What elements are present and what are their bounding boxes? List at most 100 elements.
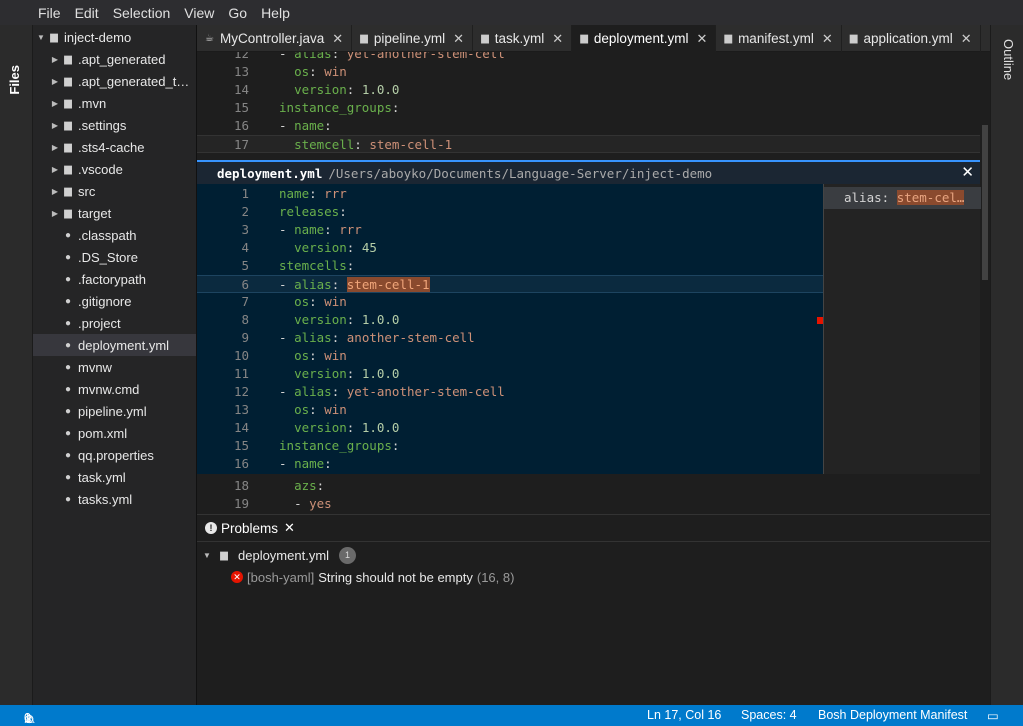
- tree-item[interactable]: ● .gitignore: [33, 290, 196, 312]
- tree-item[interactable]: ▶ ▆ target: [33, 202, 196, 224]
- tree-item-label: task.yml: [78, 469, 126, 485]
- peek-references-view: deployment.yml /Users/aboyko/Documents/L…: [197, 160, 981, 474]
- tree-item-label: pom.xml: [78, 425, 128, 441]
- files-panel-tab[interactable]: Files: [7, 65, 22, 95]
- editor-scrollbar[interactable]: [980, 52, 990, 514]
- outline-panel-tab[interactable]: Outline: [1001, 39, 1016, 80]
- peek-file-name: deployment.yml: [217, 165, 323, 181]
- tree-item[interactable]: ▶ ▆ .mvn: [33, 92, 196, 114]
- status-warning-count: 0: [24, 711, 31, 725]
- folder-icon: ▆: [64, 141, 72, 153]
- tree-item[interactable]: ● .classpath: [33, 224, 196, 246]
- problem-item[interactable]: ✕ [bosh-yaml] String should not be empty…: [231, 567, 514, 587]
- tree-item[interactable]: ● deployment.yml: [33, 334, 196, 356]
- close-icon[interactable]: ✕: [961, 31, 972, 47]
- code-line: 15 instance_groups:: [197, 437, 823, 455]
- line-number: 12: [233, 52, 249, 61]
- editor-scrollbar-thumb[interactable]: [982, 125, 988, 280]
- peek-code[interactable]: 1 name: rrr 2 releases: 3 - name: rrr 4 versio…: [197, 184, 823, 474]
- file-icon: ●: [64, 405, 72, 417]
- folder-icon: ▆: [50, 31, 58, 43]
- line-number: 17: [233, 137, 249, 152]
- feedback-icon[interactable]: ▭: [987, 708, 999, 723]
- chevron-down-icon: ▼: [203, 550, 211, 560]
- tree-item[interactable]: ▶ ▆ .sts4-cache: [33, 136, 196, 158]
- tree-item[interactable]: ● pipeline.yml: [33, 400, 196, 422]
- tree-item[interactable]: ● mvnw: [33, 356, 196, 378]
- file-icon: ●: [64, 383, 72, 395]
- tree-item[interactable]: ● .project: [33, 312, 196, 334]
- tree-item-label: .factorypath: [78, 271, 146, 287]
- line-text: - name:: [279, 456, 332, 471]
- peek-reference-list: alias: stem-cel…: [823, 184, 981, 474]
- tree-item-label: .classpath: [78, 227, 137, 243]
- right-activity-rail: Outline: [990, 25, 1023, 705]
- editor-tab[interactable]: ▆ task.yml ✕: [473, 25, 573, 52]
- file-icon: ●: [64, 273, 72, 285]
- status-cursor-position[interactable]: Ln 17, Col 16: [647, 708, 721, 722]
- tree-item[interactable]: ▶ ▆ src: [33, 180, 196, 202]
- close-icon[interactable]: ✕: [332, 31, 343, 47]
- close-icon[interactable]: ✕: [552, 31, 563, 47]
- line-number: 13: [233, 64, 249, 79]
- editor-tab[interactable]: ▆ manifest.yml ✕: [716, 25, 842, 52]
- status-bar: ⊗ 1 ⚠ 0 Ln 17, Col 16 Spaces: 4 Bosh Dep…: [0, 705, 1023, 726]
- tree-item[interactable]: ● qq.properties: [33, 444, 196, 466]
- code-line: 14 version: 1.0.0: [197, 81, 980, 99]
- close-icon[interactable]: ✕: [961, 163, 974, 181]
- tree-item[interactable]: ▶ ▆ .vscode: [33, 158, 196, 180]
- close-icon[interactable]: ✕: [696, 31, 707, 47]
- close-icon[interactable]: ✕: [284, 520, 295, 536]
- tree-item[interactable]: ● .DS_Store: [33, 246, 196, 268]
- tree-item[interactable]: ● pom.xml: [33, 422, 196, 444]
- code-line: 16 - name:: [197, 455, 823, 473]
- line-text: os: win: [294, 294, 347, 309]
- tree-item[interactable]: ● .factorypath: [33, 268, 196, 290]
- file-icon: ▆: [849, 33, 858, 44]
- tree-item-label: target: [78, 205, 112, 221]
- tree-item[interactable]: ▶ ▆ .apt_generated_t…: [33, 70, 196, 92]
- peek-header: deployment.yml /Users/aboyko/Documents/L…: [197, 162, 980, 184]
- editor-tab[interactable]: ▆ application.yml ✕: [842, 25, 981, 52]
- tree-item-label: qq.properties: [78, 447, 154, 463]
- problem-file-row[interactable]: ▼ ▆ deployment.yml 1: [201, 545, 357, 565]
- chevron-right-icon: ▶: [51, 164, 59, 174]
- tree-item[interactable]: ● tasks.yml: [33, 488, 196, 510]
- editor-tab[interactable]: ☕ MyController.java ✕: [197, 25, 353, 52]
- tree-item[interactable]: ▶ ▆ .apt_generated: [33, 48, 196, 70]
- status-language-mode[interactable]: Bosh Deployment Manifest: [818, 708, 967, 722]
- tree-item[interactable]: ● mvnw.cmd: [33, 378, 196, 400]
- menubar: File Edit Selection View Go Help: [0, 0, 1023, 25]
- close-icon[interactable]: ✕: [822, 31, 833, 47]
- tree-item[interactable]: ● task.yml: [33, 466, 196, 488]
- file-icon: ●: [64, 229, 72, 241]
- line-number: 7: [241, 294, 249, 309]
- tree-item[interactable]: ▶ ▆ .settings: [33, 114, 196, 136]
- code-line: 5 stemcells:: [197, 257, 823, 275]
- editor-tab-label: application.yml: [863, 31, 953, 46]
- menu-item-view[interactable]: View: [184, 5, 214, 21]
- menu-item-file[interactable]: File: [38, 5, 61, 21]
- line-text: name: rrr: [279, 186, 347, 201]
- line-number: 12: [233, 384, 249, 399]
- tab-problems[interactable]: ! Problems ✕: [197, 515, 990, 542]
- code-line: 7 os: win: [197, 293, 823, 311]
- menu-item-help[interactable]: Help: [261, 5, 290, 21]
- file-icon: ●: [64, 295, 72, 307]
- code-line: 4 version: 45: [197, 239, 823, 257]
- code-line: 13 os: win: [197, 401, 823, 419]
- editor-tab[interactable]: ▆ pipeline.yml ✕: [352, 25, 474, 52]
- menu-item-selection[interactable]: Selection: [113, 5, 171, 21]
- line-number: 16: [233, 456, 249, 471]
- tree-root[interactable]: ▼ ▆ inject-demo: [33, 26, 196, 48]
- reference-item[interactable]: alias: stem-cel…: [824, 187, 981, 209]
- menu-item-go[interactable]: Go: [228, 5, 247, 21]
- editor-tab[interactable]: ▆ deployment.yml ✕: [572, 25, 717, 52]
- close-icon[interactable]: ✕: [453, 31, 464, 47]
- line-number: 15: [233, 100, 249, 115]
- tree-item-label: mvnw: [78, 359, 112, 375]
- menu-item-edit[interactable]: Edit: [75, 5, 99, 21]
- status-indentation[interactable]: Spaces: 4: [741, 708, 797, 722]
- problems-panel: ! Problems ✕ ▼ ▆ deployment.yml 1 ✕ [bos…: [197, 514, 990, 705]
- line-text: - name: rrr: [279, 222, 362, 237]
